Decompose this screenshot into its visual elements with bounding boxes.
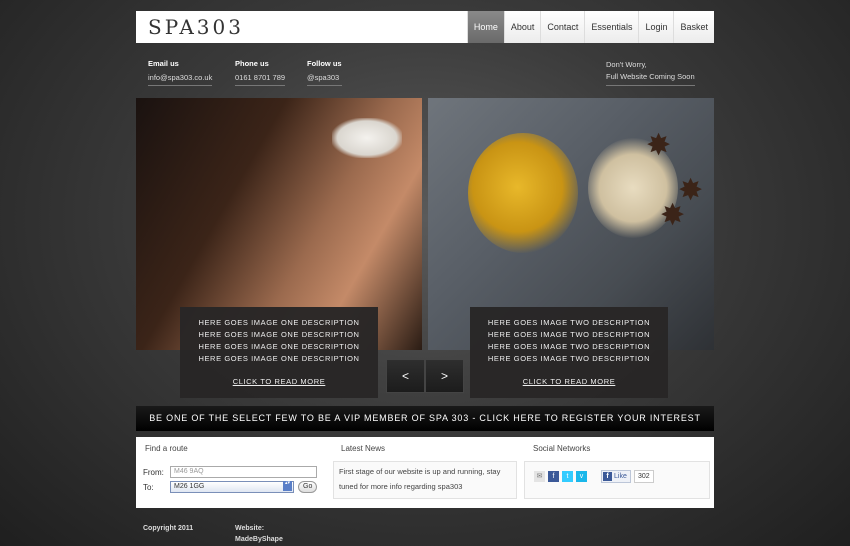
nav-contact[interactable]: Contact <box>540 11 585 43</box>
website-link[interactable]: MadeByShape <box>235 534 283 545</box>
contact-phone: Phone us 0161 8701 789 <box>235 59 286 86</box>
contact-follow: Follow us @spa303 <box>307 59 342 86</box>
social-icons-box: ✉ f t v f Like 302 <box>524 461 710 499</box>
header-bar: SPA303 Home About Contact Essentials Log… <box>136 11 714 43</box>
footer-copyright: Copyright 2011 <box>143 523 193 534</box>
towel-shape <box>332 118 402 158</box>
caption-line: HERE GOES IMAGE TWO DESCRIPTION <box>487 330 651 339</box>
copyright-text: Copyright 2011 <box>143 525 194 532</box>
prev-slide-button[interactable]: < <box>386 359 425 393</box>
facebook-icon[interactable]: f <box>548 471 559 482</box>
caption-line: HERE GOES IMAGE ONE DESCRIPTION <box>198 318 360 327</box>
notice-line-1: Don't Worry, <box>606 60 647 69</box>
nav-basket[interactable]: Basket <box>673 11 714 43</box>
nav-about[interactable]: About <box>503 11 541 43</box>
next-slide-button[interactable]: > <box>425 359 464 393</box>
twitter-icon[interactable]: t <box>562 471 573 482</box>
facebook-like-button[interactable]: f Like <box>601 470 631 483</box>
nav-home[interactable]: Home <box>466 11 504 43</box>
main-nav: Home About Contact Essentials Login Bask… <box>466 11 714 43</box>
from-input[interactable]: M46 9AQ <box>170 466 317 478</box>
star-anise-icon: ✸ <box>660 199 686 232</box>
caption-line: HERE GOES IMAGE ONE DESCRIPTION <box>198 354 360 363</box>
coming-soon-notice: Don't Worry, Full Website Coming Soon <box>606 59 695 86</box>
latest-news-title: Latest News <box>341 444 386 453</box>
email-icon[interactable]: ✉ <box>534 471 545 482</box>
to-select[interactable]: M26 1GG <box>170 481 294 493</box>
social-networks-title: Social Networks <box>533 444 591 453</box>
read-more-link-two[interactable]: CLICK TO READ MORE <box>523 377 616 386</box>
notice-line-2: Full Website Coming Soon <box>606 71 695 86</box>
like-count: 302 <box>634 470 654 483</box>
footer-website: Website: MadeByShape <box>235 523 283 545</box>
email-label: Email us <box>148 59 179 68</box>
facebook-like-icon: f <box>603 472 612 481</box>
star-anise-icon: ✸ <box>646 129 672 162</box>
news-text: First stage of our website is up and run… <box>333 461 517 499</box>
from-label: From: <box>143 467 164 477</box>
go-button[interactable]: Go <box>298 481 318 493</box>
slider-controls: < > <box>386 359 464 393</box>
caption-line: HERE GOES IMAGE ONE DESCRIPTION <box>198 342 360 351</box>
vimeo-icon[interactable]: v <box>576 471 587 482</box>
route-to-row: To: M26 1GG Go <box>143 481 318 493</box>
phone-label: Phone us <box>235 59 269 68</box>
route-from-row: From: M46 9AQ <box>143 466 317 478</box>
turmeric-pile <box>468 133 578 253</box>
caption-line: HERE GOES IMAGE ONE DESCRIPTION <box>198 330 360 339</box>
caption-line: HERE GOES IMAGE TWO DESCRIPTION <box>487 354 651 363</box>
follow-link[interactable]: @spa303 <box>307 73 342 86</box>
nav-essentials[interactable]: Essentials <box>584 11 639 43</box>
follow-label: Follow us <box>307 59 342 68</box>
find-route-section: Find a route From: M46 9AQ To: M26 1GG G… <box>136 437 326 508</box>
find-route-title: Find a route <box>145 444 188 453</box>
slide-two-caption: HERE GOES IMAGE TWO DESCRIPTION HERE GOE… <box>470 307 668 398</box>
logo[interactable]: SPA303 <box>148 15 244 39</box>
contact-email: Email us info@spa303.co.uk <box>148 59 213 86</box>
slide-one-caption: HERE GOES IMAGE ONE DESCRIPTION HERE GOE… <box>180 307 378 398</box>
like-label: Like <box>614 473 627 480</box>
to-label: To: <box>143 482 154 492</box>
info-panel: Find a route From: M46 9AQ To: M26 1GG G… <box>136 437 714 508</box>
vip-register-banner[interactable]: BE ONE OF THE SELECT FEW TO BE A VIP MEM… <box>136 406 714 448</box>
phone-value: 0161 8701 789 <box>235 73 286 86</box>
caption-line: HERE GOES IMAGE TWO DESCRIPTION <box>487 318 651 327</box>
website-label: Website: <box>235 525 265 532</box>
email-link[interactable]: info@spa303.co.uk <box>148 73 213 86</box>
nav-login[interactable]: Login <box>638 11 674 43</box>
caption-line: HERE GOES IMAGE TWO DESCRIPTION <box>487 342 651 351</box>
read-more-link-one[interactable]: CLICK TO READ MORE <box>233 377 326 386</box>
